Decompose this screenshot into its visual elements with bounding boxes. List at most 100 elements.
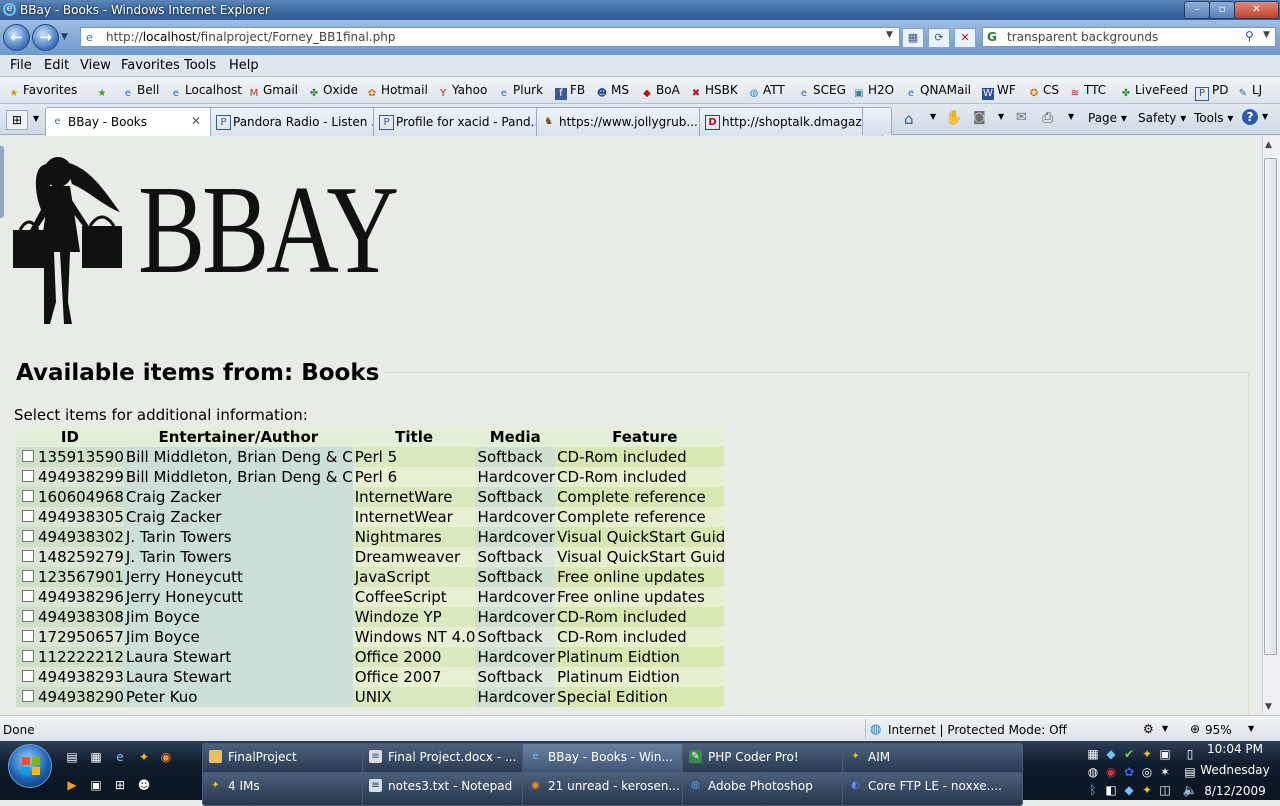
fav-h2o[interactable]: ▣ H2O [853, 83, 894, 100]
row-checkbox[interactable] [22, 610, 34, 622]
recent-pages-dropdown[interactable]: ▼ [61, 32, 68, 42]
print-icon[interactable]: ⎙ [1042, 110, 1053, 126]
tray-check-icon[interactable]: ✔ [1121, 746, 1137, 762]
help-icon[interactable]: ? [1242, 109, 1258, 125]
show-desktop-icon[interactable]: ▤ [64, 749, 80, 765]
fav-fb[interactable]: f FB [555, 83, 585, 100]
stop-icon[interactable]: ✕ [954, 28, 976, 48]
home-icon[interactable]: ⌂ [904, 110, 914, 128]
row-checkbox[interactable] [22, 690, 34, 702]
taskbar-photoshop[interactable]: ◎ Adobe Photoshop [682, 772, 863, 806]
fav-hotmail[interactable]: ✿ Hotmail [366, 83, 428, 100]
row-checkbox[interactable] [22, 670, 34, 682]
row-checkbox[interactable] [22, 510, 34, 522]
tray-icon-6[interactable]: ◍ [1085, 764, 1101, 780]
ie-quicklaunch-icon[interactable]: e [112, 749, 128, 765]
fav-wf[interactable]: W WF [982, 83, 1016, 100]
app-quicklaunch-icon[interactable]: ▣ [88, 777, 104, 793]
address-bar[interactable]: e http://localhost/finalproject/Forney_B… [80, 27, 900, 47]
security-dropdown-icon[interactable]: ▼ [1162, 724, 1168, 733]
firefox-quicklaunch-icon[interactable]: ◉ [158, 749, 174, 765]
row-checkbox[interactable] [22, 630, 34, 642]
search-dropdown-icon[interactable]: ▼ [1263, 30, 1270, 40]
security-zone[interactable]: Internet | Protected Mode: Off [888, 723, 1067, 737]
fav-oxide[interactable]: ✤ Oxide [308, 83, 358, 100]
menu-file[interactable]: File [10, 58, 32, 73]
address-dropdown-icon[interactable]: ▼ [886, 30, 893, 40]
tray-icon-8[interactable]: ✿ [1121, 764, 1137, 780]
minimize-button[interactable]: – [1184, 1, 1210, 19]
fav-boa[interactable]: ◆ BoA [641, 83, 680, 100]
switch-windows-icon[interactable]: ▦ [88, 749, 104, 765]
search-input[interactable]: G transparent backgrounds ⚲ ▼ [982, 27, 1276, 47]
fav-bell[interactable]: e Bell [122, 83, 159, 100]
close-window-button[interactable]: ✕ [1234, 1, 1279, 19]
row-checkbox[interactable] [22, 450, 34, 462]
tray-aim-icon[interactable]: ✦ [1139, 746, 1155, 762]
fav-ms[interactable]: ☻ MS [596, 83, 629, 100]
row-checkbox[interactable] [22, 530, 34, 542]
tab-list-dropdown-icon[interactable]: ▼ [33, 114, 39, 123]
row-checkbox[interactable] [22, 470, 34, 482]
close-tab-icon[interactable]: ✕ [191, 114, 201, 128]
menu-favorites[interactable]: Favorites [121, 58, 180, 73]
tools-menu-button[interactable]: Tools ▾ [1194, 111, 1233, 125]
home-dropdown-icon[interactable]: ▼ [930, 112, 936, 121]
fav-qnamail[interactable]: e QNAMail [905, 83, 971, 100]
tray-icon-10[interactable]: ✶ [1157, 764, 1173, 780]
fav-sceg[interactable]: e SCEG [798, 83, 846, 100]
feeds-icon[interactable]: ◙ [973, 110, 986, 125]
fav-plurk[interactable]: e Plurk [498, 83, 543, 100]
zoom-icon[interactable]: ⊕ [1190, 722, 1200, 736]
fav-localhost[interactable]: e Localhost [170, 83, 242, 100]
tray-icon-2[interactable]: ◆ [1103, 746, 1119, 762]
taskbar-firefox[interactable]: ◉ 21 unread - kerosen... [522, 772, 703, 806]
feeds-dropdown-icon[interactable]: ▼ [998, 112, 1004, 121]
zoom-dropdown-icon[interactable]: ▼ [1248, 724, 1254, 733]
quick-tabs-icon[interactable]: ⊞ [6, 110, 28, 130]
fav-pd[interactable]: P PD [1195, 83, 1228, 101]
fav-lj[interactable]: ✎ LJ [1237, 83, 1262, 100]
mail-icon[interactable]: ✉ [1016, 110, 1027, 125]
row-checkbox[interactable] [22, 590, 34, 602]
taskbar-notepad[interactable]: ≡ notes3.txt - Notepad [362, 772, 543, 806]
back-button[interactable]: ← [3, 24, 30, 51]
menu-edit[interactable]: Edit [44, 58, 69, 73]
fav-cs[interactable]: ✪ CS [1028, 83, 1059, 100]
compatibility-view-icon[interactable]: ▦ [902, 28, 924, 48]
scroll-up-arrow-icon[interactable]: ▲ [1265, 140, 1272, 150]
row-checkbox[interactable] [22, 550, 34, 562]
scrollbar-thumb[interactable] [1264, 158, 1277, 655]
refresh-icon[interactable]: ⟳ [928, 28, 950, 48]
search-icon[interactable]: ⚲ [1245, 29, 1254, 43]
menu-help[interactable]: Help [229, 58, 259, 73]
menu-view[interactable]: View [80, 58, 111, 73]
taskbar-coreftp[interactable]: ◐ Core FTP LE - noxxe.... [842, 772, 1023, 806]
safety-menu-button[interactable]: Safety ▾ [1138, 111, 1186, 125]
system-clock[interactable]: 10:04 PM Wednesday 8/12/2009 [1190, 741, 1280, 800]
help-dropdown-icon[interactable]: ▼ [1262, 112, 1268, 121]
row-checkbox[interactable] [22, 650, 34, 662]
add-favorite-icon[interactable]: ★ [96, 83, 111, 100]
users-quicklaunch-icon[interactable]: ☻ [136, 777, 152, 793]
fav-att[interactable]: ◍ ATT [748, 83, 785, 100]
tray-icon-13[interactable]: ◆ [1121, 782, 1137, 798]
zoom-level[interactable]: 95% [1205, 723, 1232, 737]
media-quicklaunch-icon[interactable]: ▶ [64, 777, 80, 793]
menu-tools[interactable]: Tools [184, 58, 216, 73]
sidebar-handle[interactable] [0, 146, 4, 218]
hand-icon[interactable]: ✋ [945, 110, 962, 126]
fav-yahoo[interactable]: Y Yahoo [437, 83, 487, 100]
tray-icon-14[interactable]: ✦ [1139, 782, 1155, 798]
scroll-down-arrow-icon[interactable]: ▼ [1265, 702, 1272, 712]
tray-icon-12[interactable]: ◧ [1103, 782, 1119, 798]
fav-ttc[interactable]: ≋ TTC [1069, 83, 1106, 100]
row-checkbox[interactable] [22, 570, 34, 582]
page-menu-button[interactable]: Page ▾ [1088, 111, 1127, 125]
tray-icon-1[interactable]: ▦ [1085, 746, 1101, 762]
tray-icon-9[interactable]: ◎ [1139, 764, 1155, 780]
start-button[interactable] [8, 744, 52, 788]
fav-livefeed[interactable]: ✤ LiveFeed [1120, 83, 1188, 100]
forward-button[interactable]: → [32, 24, 59, 51]
security-settings-icon[interactable]: ⚙ [1143, 722, 1154, 736]
